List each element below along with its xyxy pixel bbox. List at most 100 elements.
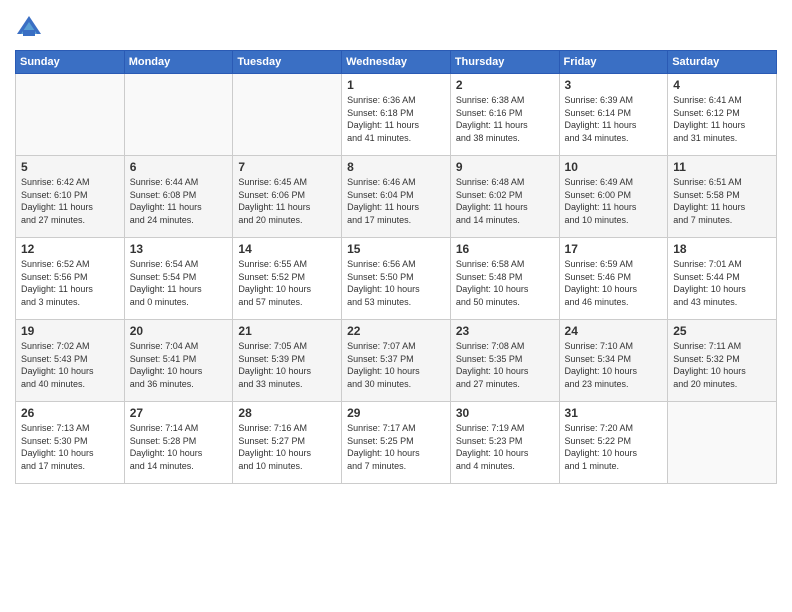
calendar-cell: 26 Sunrise: 7:13 AM Sunset: 5:30 PM Dayli…	[16, 402, 125, 484]
day-info: Sunrise: 7:20 AM Sunset: 5:22 PM Dayligh…	[565, 422, 663, 472]
calendar-cell: 18 Sunrise: 7:01 AM Sunset: 5:44 PM Dayli…	[668, 238, 777, 320]
day-header-tuesday: Tuesday	[233, 51, 342, 74]
day-info: Sunrise: 6:51 AM Sunset: 5:58 PM Dayligh…	[673, 176, 771, 226]
day-number: 11	[673, 160, 771, 174]
day-info: Sunrise: 6:44 AM Sunset: 6:08 PM Dayligh…	[130, 176, 228, 226]
day-info: Sunrise: 6:56 AM Sunset: 5:50 PM Dayligh…	[347, 258, 445, 308]
day-number: 23	[456, 324, 554, 338]
day-info: Sunrise: 6:55 AM Sunset: 5:52 PM Dayligh…	[238, 258, 336, 308]
calendar-cell: 15 Sunrise: 6:56 AM Sunset: 5:50 PM Dayli…	[342, 238, 451, 320]
day-info: Sunrise: 6:48 AM Sunset: 6:02 PM Dayligh…	[456, 176, 554, 226]
day-number: 22	[347, 324, 445, 338]
calendar-cell: 28Sunrise: 7:16 AM Sunset: 5:27 PM Dayli…	[233, 402, 342, 484]
day-number: 29	[347, 406, 445, 420]
calendar-cell: 21 Sunrise: 7:05 AM Sunset: 5:39 PM Dayli…	[233, 320, 342, 402]
calendar-cell: 1Sunrise: 6:36 AM Sunset: 6:18 PM Daylig…	[342, 74, 451, 156]
calendar-cell: 19 Sunrise: 7:02 AM Sunset: 5:43 PM Dayli…	[16, 320, 125, 402]
day-number: 24	[565, 324, 663, 338]
day-info: Sunrise: 7:05 AM Sunset: 5:39 PM Dayligh…	[238, 340, 336, 390]
day-number: 16	[456, 242, 554, 256]
day-number: 6	[130, 160, 228, 174]
calendar-cell: 17Sunrise: 6:59 AM Sunset: 5:46 PM Dayli…	[559, 238, 668, 320]
day-info: Sunrise: 6:36 AM Sunset: 6:18 PM Dayligh…	[347, 94, 445, 144]
day-info: Sunrise: 7:11 AM Sunset: 5:32 PM Dayligh…	[673, 340, 771, 390]
day-number: 30	[456, 406, 554, 420]
day-info: Sunrise: 6:38 AM Sunset: 6:16 PM Dayligh…	[456, 94, 554, 144]
calendar-cell	[668, 402, 777, 484]
day-info: Sunrise: 6:49 AM Sunset: 6:00 PM Dayligh…	[565, 176, 663, 226]
calendar-cell: 29 Sunrise: 7:17 AM Sunset: 5:25 PM Dayli…	[342, 402, 451, 484]
day-info: Sunrise: 7:08 AM Sunset: 5:35 PM Dayligh…	[456, 340, 554, 390]
day-header-sunday: Sunday	[16, 51, 125, 74]
calendar-cell: 3Sunrise: 6:39 AM Sunset: 6:14 PM Daylig…	[559, 74, 668, 156]
header-row: SundayMondayTuesdayWednesdayThursdayFrid…	[16, 51, 777, 74]
calendar-cell	[233, 74, 342, 156]
calendar-cell: 8 Sunrise: 6:46 AM Sunset: 6:04 PM Daylig…	[342, 156, 451, 238]
week-row-2: 12Sunrise: 6:52 AM Sunset: 5:56 PM Dayli…	[16, 238, 777, 320]
day-header-monday: Monday	[124, 51, 233, 74]
day-info: Sunrise: 7:17 AM Sunset: 5:25 PM Dayligh…	[347, 422, 445, 472]
calendar-cell: 14 Sunrise: 6:55 AM Sunset: 5:52 PM Dayli…	[233, 238, 342, 320]
calendar-cell: 4 Sunrise: 6:41 AM Sunset: 6:12 PM Daylig…	[668, 74, 777, 156]
calendar-cell: 2 Sunrise: 6:38 AM Sunset: 6:16 PM Daylig…	[450, 74, 559, 156]
day-info: Sunrise: 6:58 AM Sunset: 5:48 PM Dayligh…	[456, 258, 554, 308]
day-info: Sunrise: 7:13 AM Sunset: 5:30 PM Dayligh…	[21, 422, 119, 472]
day-info: Sunrise: 7:01 AM Sunset: 5:44 PM Dayligh…	[673, 258, 771, 308]
day-info: Sunrise: 7:04 AM Sunset: 5:41 PM Dayligh…	[130, 340, 228, 390]
page-container: SundayMondayTuesdayWednesdayThursdayFrid…	[0, 0, 792, 612]
day-number: 19	[21, 324, 119, 338]
day-info: Sunrise: 7:14 AM Sunset: 5:28 PM Dayligh…	[130, 422, 228, 472]
day-info: Sunrise: 6:45 AM Sunset: 6:06 PM Dayligh…	[238, 176, 336, 226]
week-row-3: 19 Sunrise: 7:02 AM Sunset: 5:43 PM Dayli…	[16, 320, 777, 402]
calendar-cell: 24 Sunrise: 7:10 AM Sunset: 5:34 PM Dayli…	[559, 320, 668, 402]
calendar-cell: 30 Sunrise: 7:19 AM Sunset: 5:23 PM Dayli…	[450, 402, 559, 484]
day-header-friday: Friday	[559, 51, 668, 74]
day-number: 26	[21, 406, 119, 420]
day-number: 18	[673, 242, 771, 256]
day-number: 14	[238, 242, 336, 256]
day-number: 25	[673, 324, 771, 338]
calendar-cell: 20 Sunrise: 7:04 AM Sunset: 5:41 PM Dayli…	[124, 320, 233, 402]
day-number: 2	[456, 78, 554, 92]
day-number: 12	[21, 242, 119, 256]
week-row-4: 26 Sunrise: 7:13 AM Sunset: 5:30 PM Dayli…	[16, 402, 777, 484]
day-info: Sunrise: 6:39 AM Sunset: 6:14 PM Dayligh…	[565, 94, 663, 144]
day-number: 31	[565, 406, 663, 420]
day-number: 5	[21, 160, 119, 174]
calendar-cell: 13Sunrise: 6:54 AM Sunset: 5:54 PM Dayli…	[124, 238, 233, 320]
calendar-cell	[16, 74, 125, 156]
day-number: 20	[130, 324, 228, 338]
week-row-1: 5 Sunrise: 6:42 AM Sunset: 6:10 PM Daylig…	[16, 156, 777, 238]
calendar-cell: 5 Sunrise: 6:42 AM Sunset: 6:10 PM Daylig…	[16, 156, 125, 238]
calendar-cell: 27Sunrise: 7:14 AM Sunset: 5:28 PM Dayli…	[124, 402, 233, 484]
logo	[15, 14, 47, 42]
calendar-cell: 12Sunrise: 6:52 AM Sunset: 5:56 PM Dayli…	[16, 238, 125, 320]
day-number: 17	[565, 242, 663, 256]
day-header-thursday: Thursday	[450, 51, 559, 74]
calendar-cell: 9 Sunrise: 6:48 AM Sunset: 6:02 PM Daylig…	[450, 156, 559, 238]
day-info: Sunrise: 7:02 AM Sunset: 5:43 PM Dayligh…	[21, 340, 119, 390]
day-header-wednesday: Wednesday	[342, 51, 451, 74]
day-number: 21	[238, 324, 336, 338]
calendar-cell: 7 Sunrise: 6:45 AM Sunset: 6:06 PM Daylig…	[233, 156, 342, 238]
logo-icon	[15, 14, 43, 42]
calendar-cell: 23 Sunrise: 7:08 AM Sunset: 5:35 PM Dayli…	[450, 320, 559, 402]
day-header-saturday: Saturday	[668, 51, 777, 74]
day-number: 9	[456, 160, 554, 174]
day-number: 7	[238, 160, 336, 174]
day-info: Sunrise: 6:42 AM Sunset: 6:10 PM Dayligh…	[21, 176, 119, 226]
calendar-cell: 11 Sunrise: 6:51 AM Sunset: 5:58 PM Dayli…	[668, 156, 777, 238]
day-info: Sunrise: 7:07 AM Sunset: 5:37 PM Dayligh…	[347, 340, 445, 390]
day-number: 15	[347, 242, 445, 256]
day-info: Sunrise: 7:16 AM Sunset: 5:27 PM Dayligh…	[238, 422, 336, 472]
calendar-cell: 31 Sunrise: 7:20 AM Sunset: 5:22 PM Dayli…	[559, 402, 668, 484]
day-number: 8	[347, 160, 445, 174]
day-number: 4	[673, 78, 771, 92]
day-number: 13	[130, 242, 228, 256]
day-info: Sunrise: 7:19 AM Sunset: 5:23 PM Dayligh…	[456, 422, 554, 472]
calendar-cell: 16 Sunrise: 6:58 AM Sunset: 5:48 PM Dayli…	[450, 238, 559, 320]
day-info: Sunrise: 7:10 AM Sunset: 5:34 PM Dayligh…	[565, 340, 663, 390]
calendar-cell: 22 Sunrise: 7:07 AM Sunset: 5:37 PM Dayli…	[342, 320, 451, 402]
day-info: Sunrise: 6:41 AM Sunset: 6:12 PM Dayligh…	[673, 94, 771, 144]
day-info: Sunrise: 6:46 AM Sunset: 6:04 PM Dayligh…	[347, 176, 445, 226]
